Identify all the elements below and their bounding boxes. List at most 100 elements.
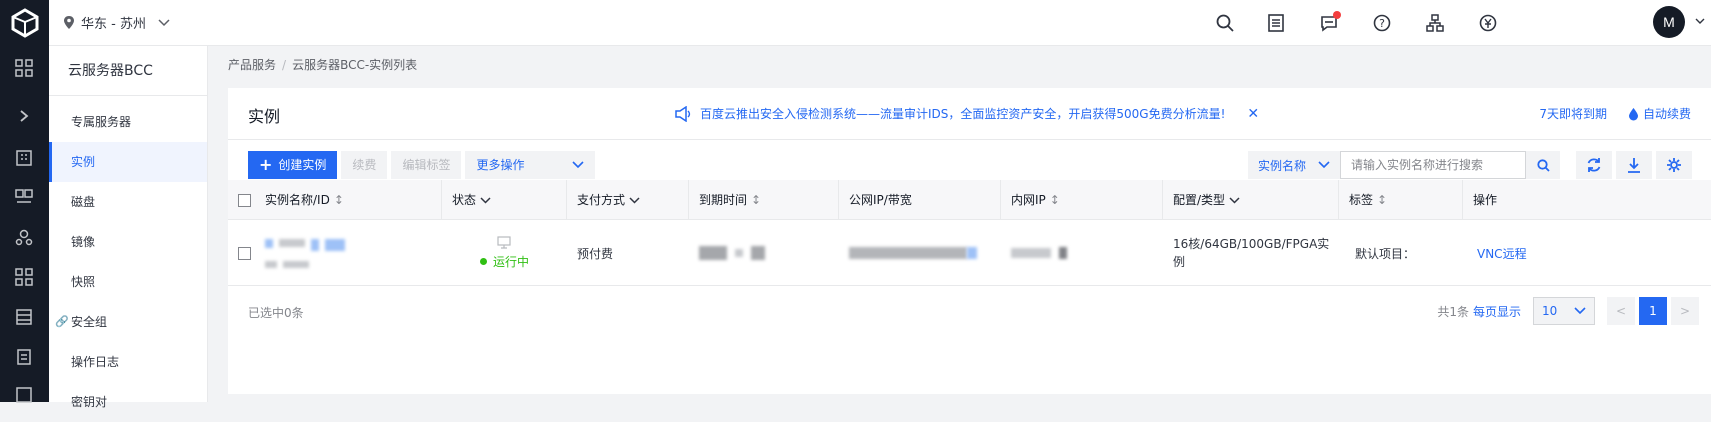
edit-tags-button[interactable]: 编辑标签 [391,151,462,179]
page-button-current[interactable]: 1 [1639,297,1667,325]
chevron-down-icon [158,18,170,26]
column-header-payment[interactable]: 支付方式 [567,180,689,220]
renew-button[interactable]: 续费 [341,151,388,179]
promo-notice-text[interactable]: 百度云推出安全入侵检测系统——流量审计IDS，全面监控资产安全，开启获得500G… [700,105,1225,122]
cell-config: 16核/64GB/100GB/FPGA实 例 [1163,220,1339,286]
messages-icon[interactable] [1317,11,1341,35]
more-actions-select[interactable]: 更多操作 [465,151,596,179]
sidebar-item-instances[interactable]: 实例 [49,142,207,182]
filter-chevron-icon[interactable] [480,196,491,204]
search-input[interactable]: 请输入实例名称进行搜索 [1340,151,1526,179]
cell-expiry [689,220,839,286]
more-actions-label: 更多操作 [476,158,525,172]
expand-icon[interactable] [12,104,36,128]
avatar[interactable]: M [1653,6,1685,38]
sort-icon[interactable]: ↕ [1050,180,1060,220]
create-instance-button[interactable]: + 创建实例 [248,151,338,179]
apps-icon[interactable] [12,265,36,289]
column-label: 公网IP/带宽 [849,193,912,207]
logo-icon[interactable] [0,0,49,46]
sidebar-item-disks[interactable]: 磁盘 [49,182,207,222]
gear-icon [1667,158,1681,172]
document-icon[interactable] [12,345,36,369]
cell-payment: 预付费 [577,246,614,261]
grid-icon[interactable] [12,56,36,80]
expiring-link[interactable]: 7天即将到期 [1539,105,1607,122]
status-badge: 运行中 [479,236,529,270]
breadcrumb-root[interactable]: 产品服务 [228,58,276,72]
sidebar-item-label: 专属服务器 [71,115,132,129]
svg-text:?: ? [1379,17,1385,30]
sidebar-item-dedicated-server[interactable]: 专属服务器 [49,102,207,142]
sidebar-item-keypairs[interactable]: 密钥对 [49,382,207,422]
sidebar-item-label: 实例 [71,155,96,169]
top-bar: 华东 - 苏州 ? M [49,0,1711,46]
storage-icon[interactable] [12,305,36,329]
location-pin-icon [64,16,74,29]
sidebar-item-label: 快照 [71,275,96,289]
filter-chevron-icon[interactable] [1229,196,1240,204]
auto-renew-label: 自动续费 [1642,107,1691,121]
sidebar-item-snapshots[interactable]: 快照 [49,262,207,302]
org-chart-icon[interactable] [1423,11,1447,35]
next-page-button[interactable]: > [1671,297,1699,325]
sidebar-item-label: 密钥对 [71,395,108,409]
speaker-icon [675,105,691,122]
building-icon[interactable] [12,145,36,169]
close-icon[interactable]: ✕ [1247,106,1259,122]
download-button[interactable] [1616,151,1652,179]
cell-public-ip [839,220,1001,286]
cell-name [228,220,442,286]
sidenav-title: 云服务器BCC [49,46,207,96]
table-row: 运行中 预付费 16核/64GB/100GB/FPGA实 例 默认项目： VNC… [228,220,1711,286]
settings-button[interactable] [1656,151,1692,179]
pagination: 共1条 每页显示 10 < 1 > [1437,297,1699,325]
select-all-checkbox[interactable] [238,193,251,207]
row-checkbox[interactable] [238,246,251,260]
chevron-down-icon[interactable] [1695,18,1705,25]
column-header-tags[interactable]: 标签 ↕ [1339,180,1463,220]
page-size-select[interactable]: 10 [1533,297,1595,325]
users-icon[interactable] [12,225,36,249]
refresh-button[interactable] [1576,151,1612,179]
auto-renew-link[interactable]: 自动续费 [1628,105,1691,122]
cell-status: 运行中 [442,220,567,286]
card-header: 实例 百度云推出安全入侵检测系统——流量审计IDS，全面监控资产安全，开启获得5… [228,88,1711,140]
help-icon[interactable]: ? [1370,11,1394,35]
prev-page-button[interactable]: < [1607,297,1635,325]
drop-icon [1628,107,1638,120]
status-label: 运行中 [492,255,529,269]
cell-tags: 默认项目： [1355,246,1416,261]
breadcrumb: 产品服务 / 云服务器BCC-实例列表 [228,56,417,73]
orders-icon[interactable] [1264,11,1288,35]
column-label: 支付方式 [577,193,626,207]
search-icon[interactable] [1213,11,1237,35]
search-field-label: 实例名称 [1258,158,1307,173]
column-header-expiry[interactable]: 到期时间 ↕ [689,180,839,220]
promo-notice: 百度云推出安全入侵检测系统——流量审计IDS，全面监控资产安全，开启获得500G… [674,105,1259,122]
vnc-remote-link[interactable]: VNC远程 [1463,220,1711,286]
refresh-icon [1587,158,1601,172]
search-button[interactable] [1526,151,1560,179]
finance-icon[interactable] [1476,11,1500,35]
server-icon[interactable] [12,185,36,209]
config-line: 例 [1173,255,1186,269]
instance-name-id[interactable] [265,238,345,268]
unread-dot [1333,11,1341,19]
sidebar-item-label: 磁盘 [71,195,96,209]
column-header-config[interactable]: 配置/类型 [1163,180,1339,220]
sidebar-item-security-groups[interactable]: 🔗 安全组 [49,302,207,342]
sidebar-item-operation-log[interactable]: 操作日志 [49,342,207,382]
search-field-select[interactable]: 实例名称 [1248,151,1340,179]
column-header-private-ip[interactable]: 内网IP ↕ [1001,180,1163,220]
breadcrumb-separator: / [282,58,287,72]
sidebar-item-images[interactable]: 镜像 [49,222,207,262]
region-selector[interactable]: 华东 - 苏州 [63,13,170,32]
sort-icon[interactable]: ↕ [751,180,761,220]
sort-icon[interactable]: ↕ [1377,180,1387,220]
column-header-status[interactable]: 状态 [442,180,567,220]
filter-chevron-icon[interactable] [629,196,640,204]
sort-icon[interactable]: ↕ [334,180,344,220]
column-header-name[interactable]: 实例名称/ID ↕ [228,180,442,220]
panel-icon[interactable] [12,383,36,407]
